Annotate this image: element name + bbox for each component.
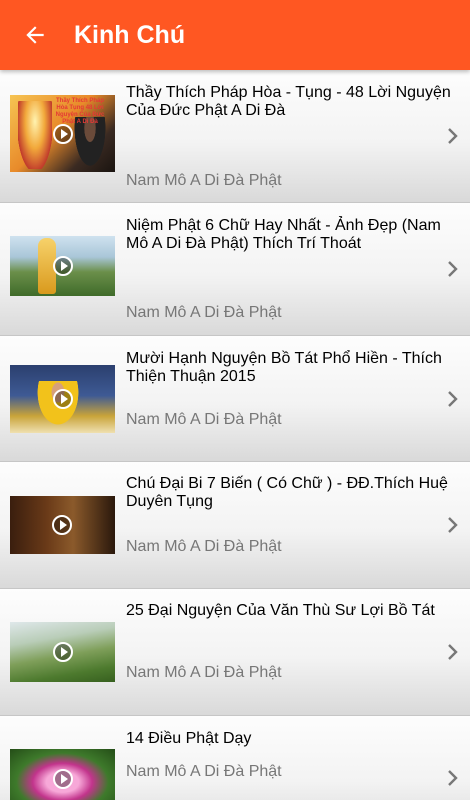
item-subtitle: Nam Mô A Di Đà Phật	[126, 304, 282, 321]
list-item[interactable]: 14 Điều Phật Dạy Nam Mô A Di Đà Phật	[0, 716, 470, 800]
video-thumbnail: Thầy Thích Pháp Hòa Tụng 48 Lời Nguyện C…	[10, 95, 115, 172]
list-item[interactable]: Thầy Thích Pháp Hòa Tụng 48 Lời Nguyện C…	[0, 70, 470, 203]
item-subtitle: Nam Mô A Di Đà Phật	[126, 172, 282, 189]
back-button[interactable]	[0, 0, 70, 70]
item-title: Chú Đại Bi 7 Biến ( Có Chữ ) - ĐĐ.Thích …	[126, 475, 448, 510]
play-icon	[52, 515, 72, 535]
thumbnail-caption: Thầy Thích Pháp Hòa Tụng 48 Lời Nguyện C…	[55, 98, 105, 125]
video-thumbnail	[10, 622, 115, 682]
item-subtitle: Nam Mô A Di Đà Phật	[126, 763, 282, 780]
chevron-right-icon	[446, 769, 460, 787]
video-thumbnail	[10, 749, 115, 800]
chevron-right-icon	[446, 260, 460, 278]
buddha-figure	[18, 101, 52, 169]
item-title: Mười Hạnh Nguyện Bồ Tát Phổ Hiền - Thích…	[126, 350, 442, 385]
chevron-right-icon	[446, 390, 460, 408]
video-thumbnail	[10, 365, 115, 433]
app-bar: Kinh Chú	[0, 0, 470, 70]
play-icon	[52, 256, 73, 276]
play-icon	[52, 123, 73, 144]
list-item[interactable]: 25 Đại Nguyện Của Văn Thù Sư Lợi Bồ Tát …	[0, 589, 470, 716]
item-title: Thầy Thích Pháp Hòa - Tụng - 48 Lời Nguy…	[126, 84, 451, 119]
item-subtitle: Nam Mô A Di Đà Phật	[126, 664, 282, 681]
item-title: 14 Điều Phật Dạy	[126, 730, 252, 747]
item-subtitle: Nam Mô A Di Đà Phật	[126, 411, 282, 428]
item-subtitle: Nam Mô A Di Đà Phật	[126, 538, 282, 555]
video-list: Thầy Thích Pháp Hòa Tụng 48 Lời Nguyện C…	[0, 70, 470, 800]
chevron-right-icon	[446, 127, 460, 145]
arrow-left-icon	[26, 26, 44, 44]
play-icon	[52, 642, 73, 662]
play-icon	[52, 389, 73, 409]
play-icon	[52, 769, 73, 789]
page-title: Kinh Chú	[74, 20, 186, 49]
chevron-right-icon	[446, 643, 460, 661]
video-thumbnail	[10, 236, 115, 296]
item-title: Niệm Phật 6 Chữ Hay Nhất - Ảnh Đẹp (Nam …	[126, 217, 441, 252]
item-title: 25 Đại Nguyện Của Văn Thù Sư Lợi Bồ Tát	[126, 602, 435, 619]
list-item[interactable]: Mười Hạnh Nguyện Bồ Tát Phổ Hiền - Thích…	[0, 336, 470, 462]
chevron-right-icon	[446, 516, 460, 534]
video-thumbnail	[10, 496, 115, 554]
list-item[interactable]: Chú Đại Bi 7 Biến ( Có Chữ ) - ĐĐ.Thích …	[0, 462, 470, 589]
list-item[interactable]: Niệm Phật 6 Chữ Hay Nhất - Ảnh Đẹp (Nam …	[0, 203, 470, 336]
